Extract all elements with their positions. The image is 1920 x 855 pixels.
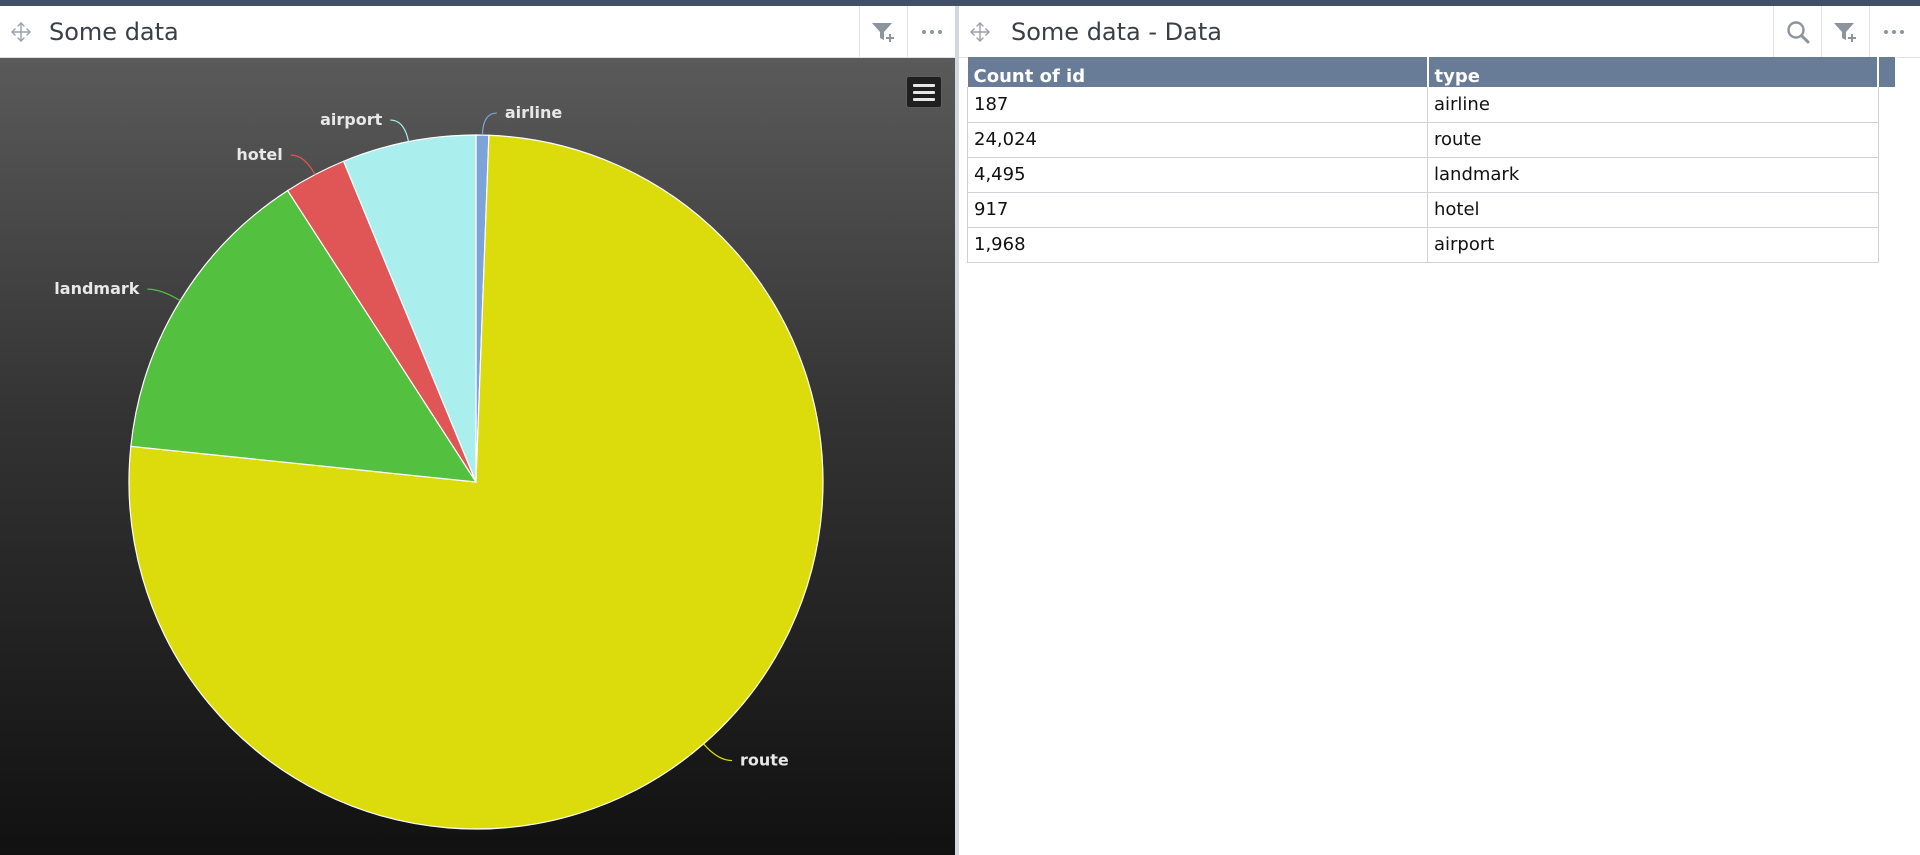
table-cell-type: route xyxy=(1427,122,1879,158)
filter-add-icon xyxy=(872,22,894,42)
data-table: Count of id type 187 airline 24,024 rout… xyxy=(967,57,1897,263)
table-more-button[interactable] xyxy=(1869,6,1918,57)
table-cell-count: 24,024 xyxy=(967,122,1428,158)
table-row[interactable]: 1,968 airport xyxy=(967,227,1897,263)
table-cell-count: 917 xyxy=(967,192,1428,228)
pie-chart: airline route landmark hotel airport xyxy=(54,103,824,830)
column-header-count[interactable]: Count of id xyxy=(967,57,1429,87)
chart-context-menu-button[interactable] xyxy=(906,76,942,108)
table-row[interactable]: 187 airline xyxy=(967,87,1897,123)
table-scroll-gutter xyxy=(1878,157,1896,192)
pie-label-airport: airport xyxy=(320,110,383,129)
hamburger-menu-icon xyxy=(913,90,935,94)
more-icon xyxy=(1884,29,1904,34)
pie-label-connector-route xyxy=(703,743,733,762)
pie-label-connector-landmark xyxy=(147,288,181,302)
table-cell-count: 187 xyxy=(967,87,1428,123)
table-cell-count: 1,968 xyxy=(967,227,1428,263)
table-scroll-gutter xyxy=(1878,192,1896,227)
hamburger-menu-icon xyxy=(913,83,935,87)
pie-label-connector-hotel xyxy=(290,154,316,175)
table-row[interactable]: 917 hotel xyxy=(967,192,1897,228)
chart-panel-header: Some data xyxy=(0,6,955,58)
table-cell-type: airport xyxy=(1427,227,1879,263)
chart-filter-button[interactable] xyxy=(859,6,908,57)
table-cell-type: landmark xyxy=(1427,157,1879,193)
table-cell-type: airline xyxy=(1427,87,1879,123)
table-header-row: Count of id type xyxy=(967,57,1897,87)
pie-label-route: route xyxy=(740,751,789,770)
pie-chart-area: airline route landmark hotel airport xyxy=(0,58,955,855)
chart-panel: Some data airline route landmark hotel airpo… xyxy=(0,6,955,855)
more-icon xyxy=(922,29,942,34)
table-scroll-gutter xyxy=(1878,57,1897,87)
table-panel: Some data - Data Count of id type 187 ai… xyxy=(959,6,1920,855)
table-cell-count: 4,495 xyxy=(967,157,1428,193)
pie-label-airline: airline xyxy=(505,103,563,122)
search-icon xyxy=(1787,20,1810,43)
data-table-container: Count of id type 187 airline 24,024 rout… xyxy=(967,57,1897,263)
filter-add-icon xyxy=(1834,22,1856,42)
chart-more-button[interactable] xyxy=(907,6,955,57)
table-scroll-gutter xyxy=(1878,87,1896,122)
pie-label-connector-airport xyxy=(390,119,410,142)
move-icon[interactable] xyxy=(969,21,991,43)
table-filter-button[interactable] xyxy=(1821,6,1870,57)
hamburger-menu-icon xyxy=(913,97,935,101)
table-cell-type: hotel xyxy=(1427,192,1879,228)
pie-label-hotel: hotel xyxy=(236,145,282,164)
table-row[interactable]: 24,024 route xyxy=(967,122,1897,158)
table-panel-title: Some data - Data xyxy=(1011,18,1222,46)
table-row[interactable]: 4,495 landmark xyxy=(967,157,1897,193)
table-scroll-gutter xyxy=(1878,122,1896,157)
table-panel-header: Some data - Data xyxy=(959,6,1920,58)
pie-label-landmark: landmark xyxy=(54,279,139,298)
pie-label-connector-airline xyxy=(481,112,497,136)
table-search-button[interactable] xyxy=(1773,6,1822,57)
table-scroll-gutter xyxy=(1878,227,1896,262)
move-icon[interactable] xyxy=(10,21,32,43)
column-header-type[interactable]: type xyxy=(1427,57,1879,87)
chart-panel-title: Some data xyxy=(49,18,179,46)
